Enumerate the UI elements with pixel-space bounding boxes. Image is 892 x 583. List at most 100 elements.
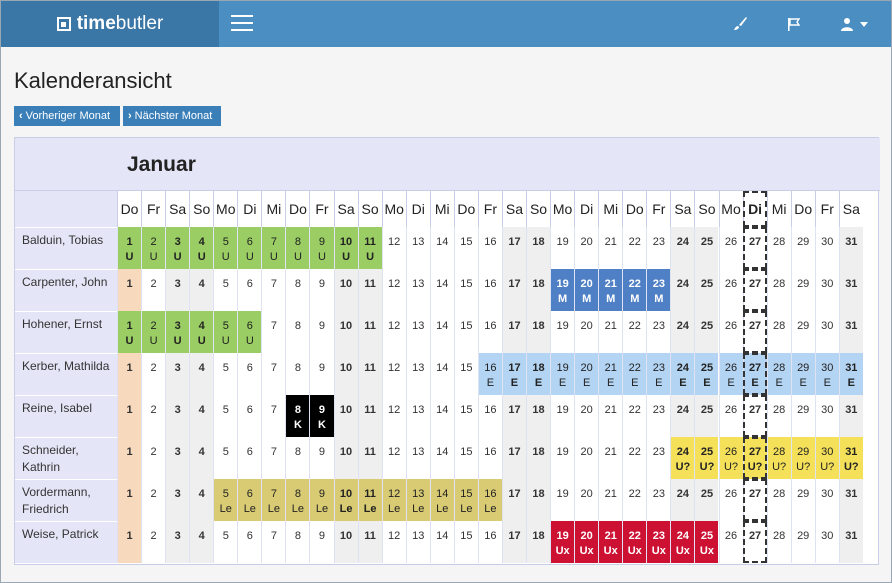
day-cell[interactable]: 12	[381, 353, 406, 395]
day-cell[interactable]: 17	[501, 479, 526, 521]
day-cell[interactable]: 6U	[237, 311, 262, 353]
day-cell[interactable]: 12 Le	[381, 479, 406, 521]
day-cell[interactable]: 1	[117, 521, 142, 563]
day-cell[interactable]: 30	[814, 479, 839, 521]
hamburger-icon[interactable]	[231, 15, 253, 33]
day-cell[interactable]: 14	[429, 269, 454, 311]
day-cell[interactable]: 7	[261, 311, 285, 353]
previous-month-button[interactable]: ‹ Vorheriger Monat	[14, 106, 120, 126]
brand-logo[interactable]: time butler	[1, 1, 219, 47]
day-cell[interactable]: 30 E	[814, 353, 839, 395]
day-cell[interactable]: 5U	[213, 311, 238, 353]
day-cell[interactable]: 7	[261, 437, 285, 479]
day-cell[interactable]: 19 Ux	[550, 521, 575, 563]
day-cell[interactable]: 4	[189, 521, 214, 563]
day-cell[interactable]: 21	[598, 311, 622, 353]
day-cell[interactable]: 29 U?	[790, 437, 815, 479]
day-cell[interactable]: 25 E	[694, 353, 719, 395]
day-cell[interactable]: 11 U	[357, 227, 382, 269]
day-cell[interactable]: 13	[405, 227, 430, 269]
day-cell[interactable]: 14	[429, 437, 454, 479]
day-cell[interactable]: 11	[357, 353, 382, 395]
day-cell[interactable]: 16 E	[477, 353, 502, 395]
day-cell[interactable]: 15	[453, 269, 478, 311]
day-cell[interactable]: 10 Le	[333, 479, 358, 521]
day-cell[interactable]: 4	[189, 353, 214, 395]
day-cell[interactable]: 28	[766, 311, 791, 353]
day-cell[interactable]: 14	[429, 227, 454, 269]
day-cell[interactable]: 25	[694, 311, 719, 353]
day-cell[interactable]: 16	[477, 395, 502, 437]
day-cell[interactable]: 24 E	[670, 353, 695, 395]
day-cell[interactable]: 5	[213, 437, 237, 479]
day-cell[interactable]: 10	[333, 395, 358, 437]
day-cell[interactable]: 15	[453, 521, 478, 563]
day-cell[interactable]: 5	[213, 353, 237, 395]
day-cell[interactable]: 9 Le	[309, 479, 334, 521]
day-cell[interactable]: 16	[477, 437, 502, 479]
user-menu[interactable]	[837, 13, 871, 35]
day-cell[interactable]: 3	[165, 395, 190, 437]
day-cell[interactable]: 1	[117, 269, 142, 311]
day-cell[interactable]: 23	[646, 311, 670, 353]
day-cell[interactable]: 11	[357, 395, 382, 437]
day-cell[interactable]: 8	[285, 311, 309, 353]
day-cell[interactable]: 19	[550, 395, 574, 437]
day-cell[interactable]: 3	[165, 269, 190, 311]
day-cell[interactable]: 24	[670, 269, 695, 311]
day-cell[interactable]: 23	[646, 479, 670, 521]
day-cell[interactable]: 7	[261, 395, 285, 437]
day-cell[interactable]: 31	[838, 395, 863, 437]
day-cell[interactable]: 27	[742, 227, 767, 269]
day-cell[interactable]: 13	[405, 437, 430, 479]
day-cell[interactable]: 1	[117, 479, 142, 521]
day-cell[interactable]: 31 E	[838, 353, 863, 395]
day-cell[interactable]: 3U	[165, 227, 190, 269]
day-cell[interactable]: 5	[213, 269, 237, 311]
employee-name[interactable]: Carpenter, John	[15, 269, 117, 311]
day-cell[interactable]: 6	[237, 395, 261, 437]
day-cell[interactable]: 30	[814, 521, 839, 563]
day-cell[interactable]: 12	[381, 521, 406, 563]
day-cell[interactable]: 19 E	[550, 353, 575, 395]
day-cell[interactable]: 9	[309, 521, 333, 563]
day-cell[interactable]: 13	[405, 353, 430, 395]
day-cell[interactable]: 26	[718, 521, 743, 563]
day-cell[interactable]: 20	[574, 479, 598, 521]
day-cell[interactable]: 17	[501, 269, 526, 311]
day-cell[interactable]: 9	[309, 353, 333, 395]
day-cell[interactable]: 29	[790, 479, 815, 521]
day-cell[interactable]: 8	[285, 437, 309, 479]
day-cell[interactable]: 24 U?	[670, 437, 695, 479]
day-cell[interactable]: 19	[550, 437, 574, 479]
day-cell[interactable]: 26	[718, 395, 743, 437]
day-cell[interactable]: 20	[574, 227, 598, 269]
day-cell[interactable]: 20	[574, 395, 598, 437]
day-cell[interactable]: 20	[574, 437, 598, 479]
day-cell[interactable]: 23	[646, 395, 670, 437]
day-cell[interactable]: 30	[814, 395, 839, 437]
day-cell[interactable]: 5	[213, 521, 237, 563]
day-cell[interactable]: 27 U?	[742, 437, 767, 479]
day-cell[interactable]: 1	[117, 395, 142, 437]
day-cell[interactable]: 14	[429, 521, 454, 563]
day-cell[interactable]: 23	[646, 437, 670, 479]
day-cell[interactable]: 1	[117, 353, 142, 395]
day-cell[interactable]: 18	[526, 521, 551, 563]
day-cell[interactable]: 6	[237, 353, 261, 395]
day-cell[interactable]: 25	[694, 227, 719, 269]
day-cell[interactable]: 26	[718, 479, 743, 521]
day-cell[interactable]: 10	[333, 521, 358, 563]
day-cell[interactable]: 11	[357, 437, 382, 479]
day-cell[interactable]: 7U	[261, 227, 286, 269]
day-cell[interactable]: 26	[718, 311, 743, 353]
day-cell[interactable]: 28 U?	[766, 437, 791, 479]
day-cell[interactable]: 5U	[213, 227, 238, 269]
day-cell[interactable]: 27	[742, 479, 767, 521]
day-cell[interactable]: 28 E	[766, 353, 791, 395]
day-cell[interactable]: 2	[141, 521, 165, 563]
day-cell[interactable]: 22 Ux	[622, 521, 647, 563]
day-cell[interactable]: 11	[357, 311, 382, 353]
day-cell[interactable]: 13	[405, 395, 430, 437]
day-cell[interactable]: 7	[261, 269, 285, 311]
